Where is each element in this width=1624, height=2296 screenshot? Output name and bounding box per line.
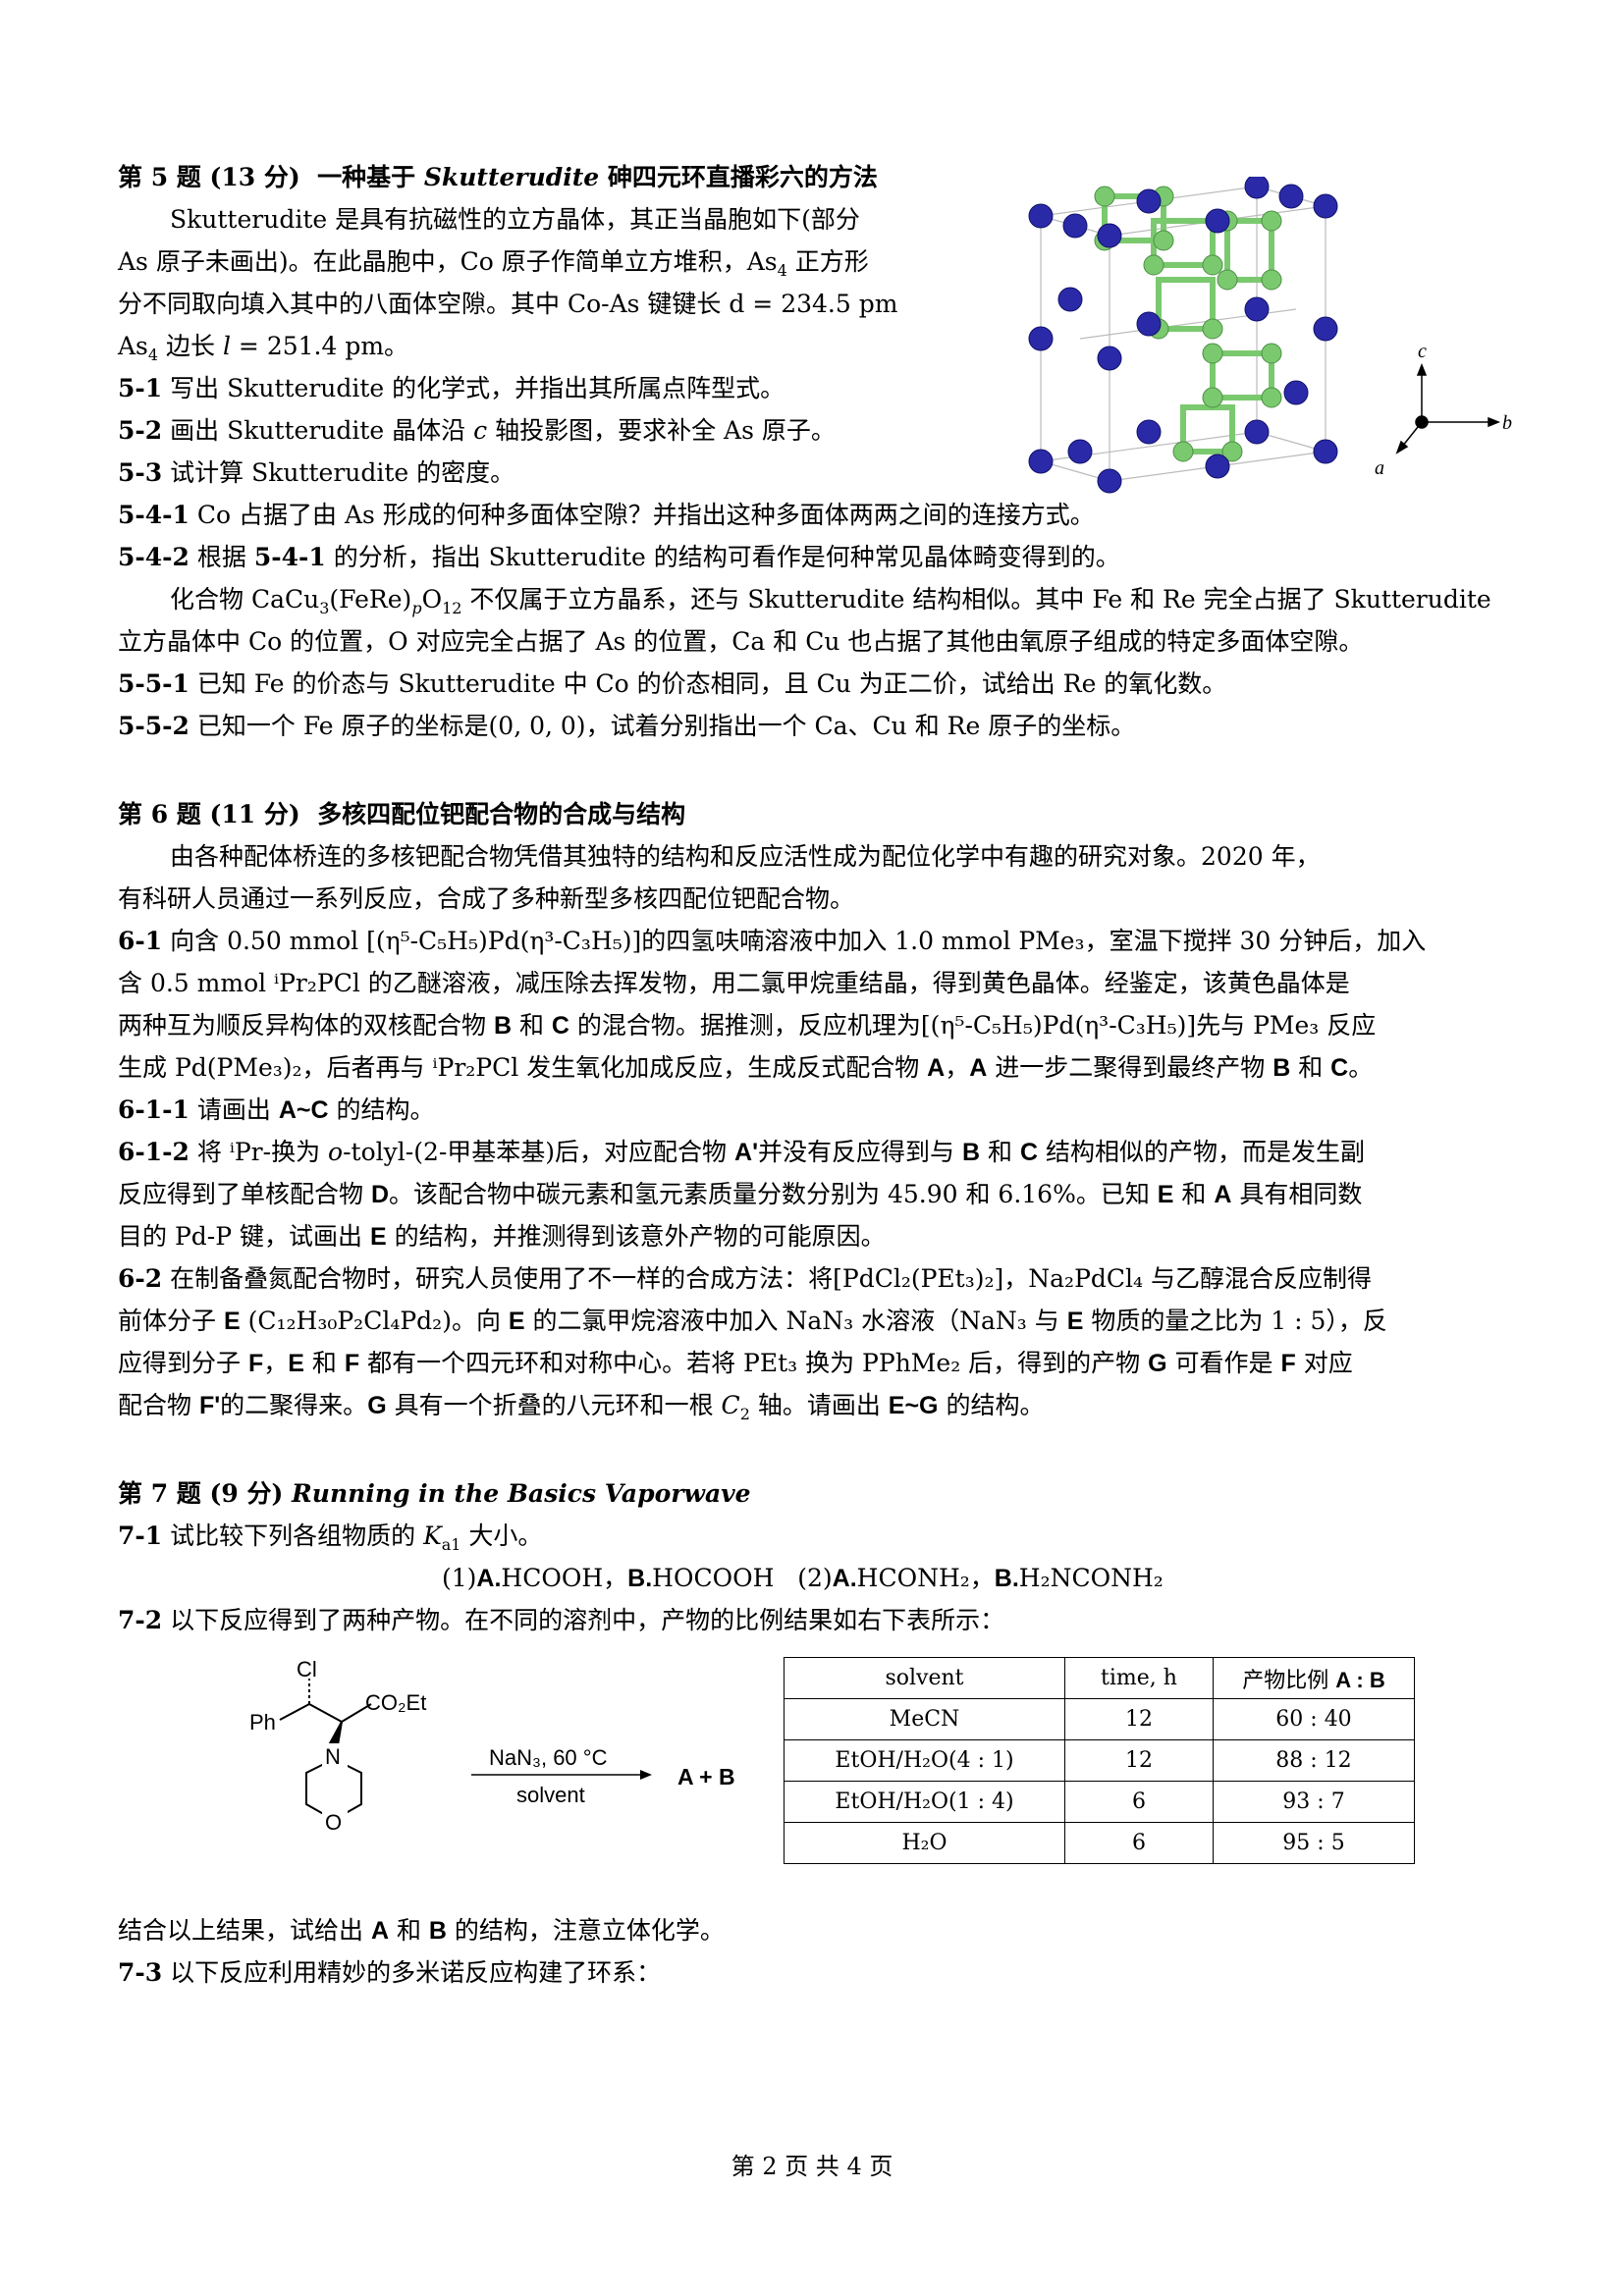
table-cell: 95 : 5 [1213, 1822, 1415, 1864]
table-cell: 6 [1064, 1822, 1214, 1864]
q6-1-1: 6-1-1 请画出 A~C 的结构。 [118, 1095, 435, 1124]
q7-2: 7-2 以下反应得到了两种产物。在不同的溶剂中，产物的比例结果如右下表所示： [118, 1606, 1005, 1634]
struct-cl-label: Cl [297, 1657, 317, 1682]
table-row: EtOH/H₂O(1 : 4) 6 93 : 7 [784, 1781, 1415, 1823]
q7-1: 7-1 试比较下列各组物质的 Ka1 大小。 [118, 1522, 543, 1554]
struct-n-label: N [325, 1744, 341, 1769]
axis-b-label: b [1502, 412, 1512, 434]
table-row: MeCN 12 60 : 40 [784, 1698, 1415, 1740]
table-cell: EtOH/H₂O(1 : 4) [784, 1781, 1065, 1823]
q6-1-2-line1: 6-1-2 将 ⁱPr-换为 o-tolyl-(2-甲基苯基)后，对应配合物 A… [118, 1138, 1365, 1166]
q6-1-line3: 两种互为顺反异构体的双核配合物 B 和 C 的混合物。据推测，反应机理为[(η⁵… [118, 1011, 1377, 1040]
table-cell: 12 [1064, 1698, 1214, 1740]
q6-2-line1: 6-2 在制备叠氮配合物时，研究人员使用了不一样的合成方法：将[PdCl₂(PE… [118, 1264, 1372, 1293]
table-cell: 12 [1064, 1739, 1214, 1782]
q6-1-2-line3: 目的 Pd-P 键，试画出 E 的结构，并推测得到该意外产物的可能原因。 [118, 1222, 886, 1251]
table-cell: EtOH/H₂O(4 : 1) [784, 1739, 1065, 1782]
table-header-cell: time, h [1064, 1657, 1214, 1699]
table-cell: 60 : 40 [1213, 1698, 1415, 1740]
q5-4-2: 5-4-2 根据 5-4-1 的分析，指出 Skutterudite 的结构可看… [118, 543, 1120, 571]
q6-1-line1: 6-1 向含 0.50 mmol [(η⁵-C₅H₅)Pd(η³-C₃H₅)]的… [118, 927, 1427, 955]
q7-title: 第 7 题 (9 分) Running in the Basics Vaporw… [118, 1479, 751, 1508]
table-cell: 93 : 7 [1213, 1781, 1415, 1823]
q5-4-1: 5-4-1 Co 占据了由 As 形成的何种多面体空隙？并指出这种多面体两两之间… [118, 501, 1095, 529]
table-cell: 6 [1064, 1781, 1214, 1823]
axis-c-label: c [1418, 341, 1427, 362]
page-footer: 第 2 页 共 4 页 [731, 2153, 893, 2180]
table-header-cell: 产物比例 A : B [1213, 1657, 1415, 1699]
struct-o-label: O [325, 1810, 342, 1835]
q6-intro-line1: 由各种配体桥连的多核钯配合物凭借其独特的结构和反应活性成为配位化学中有趣的研究对… [170, 842, 1321, 871]
table-cell: MeCN [784, 1698, 1065, 1740]
q5-compound-line2: 立方晶体中 Co 的位置，O 对应完全占据了 As 的位置，Ca 和 Cu 也占… [118, 627, 1364, 656]
q6-2-line3: 应得到分子 F，E 和 F 都有一个四元环和对称中心。若将 PEt₃ 换为 PP… [118, 1349, 1353, 1377]
q6-title: 第 6 题 (11 分) 多核四配位钯配合物的合成与结构 [118, 800, 686, 828]
table-cell: 88 : 12 [1213, 1739, 1415, 1782]
table-row: EtOH/H₂O(4 : 1) 12 88 : 12 [784, 1739, 1415, 1782]
table-cell: H₂O [784, 1822, 1065, 1864]
q6-2-line2: 前体分子 E (C₁₂H₃₀P₂Cl₄Pd₂)。向 E 的二氯甲烷溶液中加入 N… [118, 1307, 1387, 1335]
q6-1-2-line2: 反应得到了单核配合物 D。该配合物中碳元素和氢元素质量分数分别为 45.90 和… [118, 1180, 1363, 1208]
struct-ph-label: Ph [249, 1710, 276, 1735]
product-label: A + B [677, 1764, 735, 1789]
table-header-cell: solvent [784, 1657, 1065, 1699]
q6-1-line2: 含 0.5 mmol ⁱPr₂PCl 的乙醚溶液，减压除去挥发物，用二氯甲烷重结… [118, 969, 1350, 997]
q6-intro-line2: 有科研人员通过一系列反应，合成了多种新型多核四配位钯配合物。 [118, 884, 855, 913]
q5-5-2: 5-5-2 已知一个 Fe 原子的坐标是(0, 0, 0)，试着分别指出一个 C… [118, 712, 1136, 740]
table-header-row: solvent time, h 产物比例 A : B [784, 1657, 1415, 1699]
skutterudite-unit-cell-figure: c b a [1028, 177, 1512, 494]
solvent-label: solvent [516, 1783, 585, 1807]
q7-1-pairs: (1)A.HCOOH，B.HOCOOH (2)A.HCONH₂，B.H₂NCON… [442, 1564, 1164, 1592]
q7-2-instruction: 结合以上结果，试给出 A 和 B 的结构，注意立体化学。 [118, 1916, 725, 1945]
table-row: H₂O 6 95 : 5 [784, 1822, 1415, 1864]
axis-a-label: a [1375, 457, 1384, 479]
solvent-ratio-table: solvent time, h 产物比例 A : B MeCN 12 60 : 40… [784, 1657, 1415, 1864]
struct-co2et-label: CO₂Et [365, 1690, 426, 1715]
q5-compound-line1: 化合物 CaCu3(FeRe)pO12 不仅属于立方晶系，还与 Skutteru… [170, 585, 1491, 617]
q7-2-reaction-scheme: Cl Ph CO₂Et N O NaN₃, 60 °C solvent A + … [249, 1657, 735, 1835]
page: 第 5 题 (13 分) 一种基于 Skutterudite 砷四元环直播彩六的… [0, 0, 1624, 2296]
q6-1-line4: 生成 Pd(PMe₃)₂，后者再与 ⁱPr₂PCl 发生氧化加成反应，生成反式配… [118, 1053, 1374, 1082]
q5-5-1: 5-5-1 已知 Fe 的价态与 Skutterudite 中 Co 的价态相同… [118, 669, 1227, 698]
q7-3: 7-3 以下反应利用精妙的多米诺反应构建了环系： [118, 1958, 662, 1987]
q6-2-line4: 配合物 F'的二聚得来。G 具有一个折叠的八元环和一根 C2 轴。请画出 E~G… [118, 1391, 1045, 1423]
reagent-label: NaN₃, 60 °C [489, 1745, 608, 1770]
